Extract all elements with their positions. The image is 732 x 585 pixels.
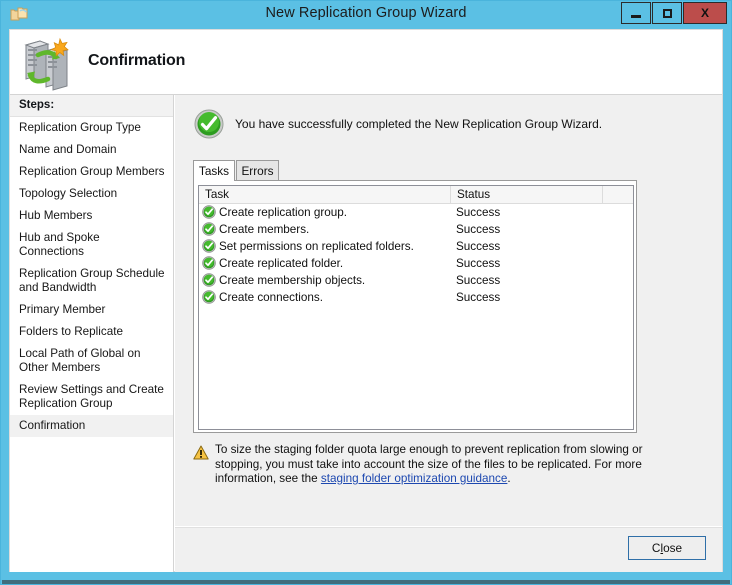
sidebar-item-hub-members[interactable]: Hub Members	[10, 205, 173, 227]
steps-sidebar: Steps: Replication Group Type Name and D…	[10, 95, 174, 572]
green-check-icon	[202, 239, 216, 253]
note-text-after: .	[507, 472, 511, 485]
green-check-icon	[202, 290, 216, 304]
minimize-button[interactable]	[621, 2, 651, 24]
table-row[interactable]: Create membership objects. Success	[199, 272, 633, 289]
green-check-icon	[202, 222, 216, 236]
sidebar-item-name-and-domain[interactable]: Name and Domain	[10, 139, 173, 161]
status-label: Success	[456, 274, 501, 287]
maximize-button[interactable]	[652, 2, 682, 24]
sidebar-item-confirmation[interactable]: Confirmation	[10, 415, 173, 437]
note-text: To size the staging folder quota large e…	[215, 443, 645, 487]
sidebar-item-replication-group-members[interactable]: Replication Group Members	[10, 161, 173, 183]
success-banner: You have successfully completed the New …	[175, 95, 722, 153]
tab-tasks[interactable]: Tasks	[193, 160, 235, 181]
table-row[interactable]: Create connections. Success	[199, 289, 633, 306]
green-check-icon	[202, 256, 216, 270]
status-label: Success	[456, 223, 501, 236]
table-row[interactable]: Create replicated folder. Success	[199, 255, 633, 272]
staging-quota-note: To size the staging folder quota large e…	[193, 443, 653, 505]
sidebar-item-hub-and-spoke-connections[interactable]: Hub and Spoke Connections	[10, 227, 173, 263]
status-label: Success	[456, 291, 501, 304]
table-row[interactable]: Set permissions on replicated folders. S…	[199, 238, 633, 255]
steps-header: Steps:	[10, 95, 173, 117]
steps-header-label: Steps:	[19, 99, 55, 111]
green-check-icon	[202, 205, 216, 219]
table-row[interactable]: Create replication group. Success	[199, 204, 633, 221]
task-label: Create replication group.	[219, 206, 347, 219]
column-header-status[interactable]: Status	[451, 186, 603, 203]
column-header-task[interactable]: Task	[199, 186, 451, 203]
sidebar-item-review-settings-and-create-replication-group[interactable]: Review Settings and Create Replication G…	[10, 379, 173, 415]
column-header-blank[interactable]	[603, 186, 633, 203]
minimize-icon	[631, 14, 641, 18]
close-label-suffix: ose	[663, 541, 683, 555]
task-label: Create replicated folder.	[219, 257, 344, 270]
green-check-icon	[202, 273, 216, 287]
task-label: Create members.	[219, 223, 310, 236]
page-banner: Confirmation	[10, 30, 722, 95]
table-row[interactable]: Create members. Success	[199, 221, 633, 238]
task-label: Set permissions on replicated folders.	[219, 240, 414, 253]
sidebar-item-topology-selection[interactable]: Topology Selection	[10, 183, 173, 205]
window-drop-shadow	[2, 580, 730, 584]
status-label: Success	[456, 240, 501, 253]
tasks-listview[interactable]: Task Status Create replication group. Su…	[198, 185, 634, 430]
tab-strip: Tasks Errors	[193, 160, 703, 181]
sidebar-item-folders-to-replicate[interactable]: Folders to Replicate	[10, 321, 173, 343]
close-button[interactable]: Close	[628, 536, 706, 560]
status-label: Success	[456, 206, 501, 219]
button-bar: Close	[175, 526, 722, 572]
tab-panel-tasks: Task Status Create replication group. Su…	[193, 180, 637, 433]
listview-header: Task Status	[199, 186, 633, 204]
maximize-icon	[662, 8, 672, 18]
sidebar-item-replication-group-schedule-and-bandwidth[interactable]: Replication Group Schedule and Bandwidth	[10, 263, 173, 299]
page-title: Confirmation	[88, 52, 186, 69]
warning-triangle-icon	[193, 445, 209, 460]
success-message: You have successfully completed the New …	[235, 117, 603, 131]
status-label: Success	[456, 257, 501, 270]
sidebar-item-replication-group-type[interactable]: Replication Group Type	[10, 117, 173, 139]
task-label: Create membership objects.	[219, 274, 366, 287]
sidebar-item-primary-member[interactable]: Primary Member	[10, 299, 173, 321]
task-label: Create connections.	[219, 291, 323, 304]
replication-servers-icon	[18, 35, 74, 91]
green-check-circle-icon	[194, 109, 224, 139]
tab-errors[interactable]: Errors	[236, 160, 279, 180]
wizard-window: New Replication Group Wizard X Confirmat…	[0, 0, 732, 585]
window-client-area: Confirmation Steps: Replication Group Ty…	[9, 29, 723, 572]
sidebar-item-local-path-of-global-on-other-members[interactable]: Local Path of Global on Other Members	[10, 343, 173, 379]
main-content: You have successfully completed the New …	[175, 95, 722, 572]
title-bar: New Replication Group Wizard X	[1, 1, 731, 28]
close-window-button[interactable]: X	[683, 2, 727, 24]
staging-folder-optimization-guidance-link[interactable]: staging folder optimization guidance	[321, 472, 507, 485]
